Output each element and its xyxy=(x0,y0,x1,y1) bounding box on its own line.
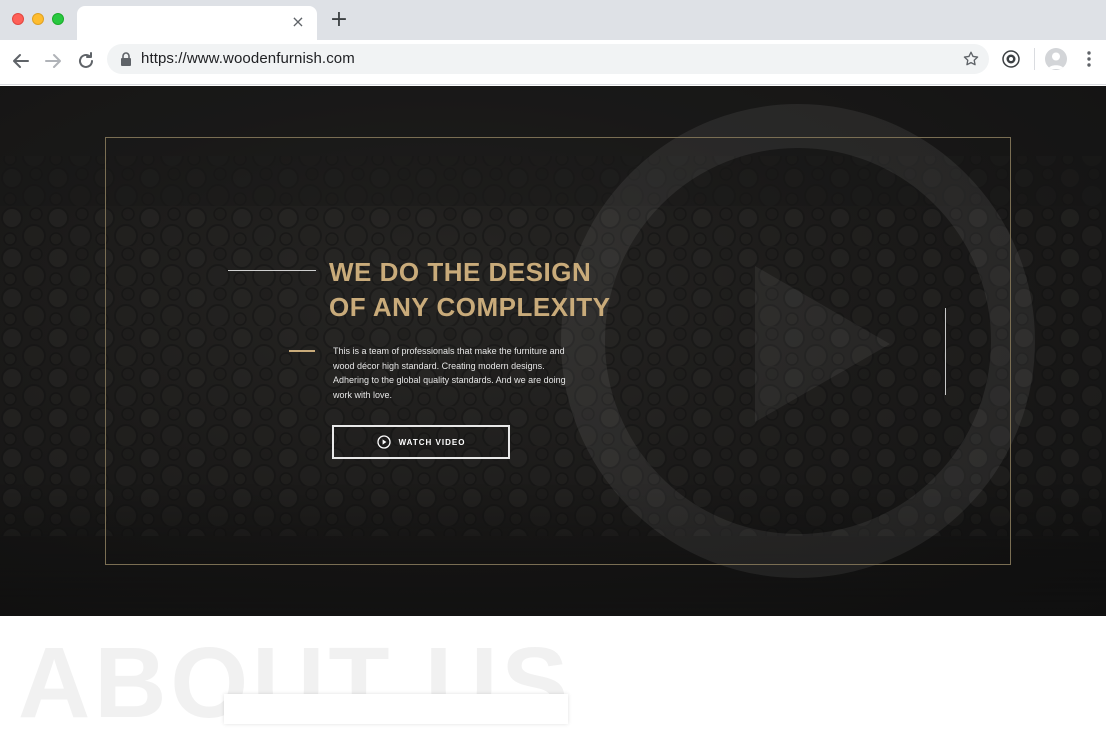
toolbar-divider xyxy=(1034,48,1035,70)
reload-icon xyxy=(79,52,93,68)
tab-close-icon[interactable]: × xyxy=(289,13,307,31)
browser-tab[interactable]: × xyxy=(77,6,317,40)
about-card xyxy=(224,694,568,724)
minimize-window-button[interactable] xyxy=(32,13,44,25)
address-bar[interactable]: https://www.woodenfurnish.com xyxy=(107,44,989,74)
menu-icon[interactable] xyxy=(1080,48,1098,70)
decorative-line xyxy=(228,270,316,271)
back-button[interactable] xyxy=(7,47,35,75)
watch-video-button[interactable]: WATCH VIDEO xyxy=(332,425,510,459)
watch-video-label: WATCH VIDEO xyxy=(398,437,466,447)
play-icon xyxy=(376,435,391,449)
arrow-right-icon xyxy=(45,54,61,68)
extension-icon[interactable] xyxy=(1001,49,1021,69)
tab-bar: × + xyxy=(0,0,1106,40)
headline-line-2: OF ANY COMPLEXITY xyxy=(329,292,611,322)
star-icon[interactable] xyxy=(962,50,980,68)
hero-section: WE DO THE DESIGN OF ANY COMPLEXITY This … xyxy=(0,86,1106,616)
close-window-button[interactable] xyxy=(12,13,24,25)
browser-toolbar: https://www.woodenfurnish.com xyxy=(0,40,1106,85)
gold-dash-divider xyxy=(289,350,315,352)
vertical-divider xyxy=(945,308,946,395)
hero-headline: WE DO THE DESIGN OF ANY COMPLEXITY xyxy=(329,255,749,325)
new-tab-button[interactable]: + xyxy=(328,9,350,31)
url-text[interactable]: https://www.woodenfurnish.com xyxy=(141,50,355,67)
forward-button[interactable] xyxy=(39,47,67,75)
arrow-left-icon xyxy=(13,54,29,68)
headline-line-1: WE DO THE DESIGN xyxy=(329,257,592,287)
profile-icon[interactable] xyxy=(1045,48,1067,70)
lock-icon xyxy=(121,52,131,66)
reload-button[interactable] xyxy=(72,47,100,75)
maximize-window-button[interactable] xyxy=(52,13,64,25)
hero-description: This is a team of professionals that mak… xyxy=(333,346,566,400)
